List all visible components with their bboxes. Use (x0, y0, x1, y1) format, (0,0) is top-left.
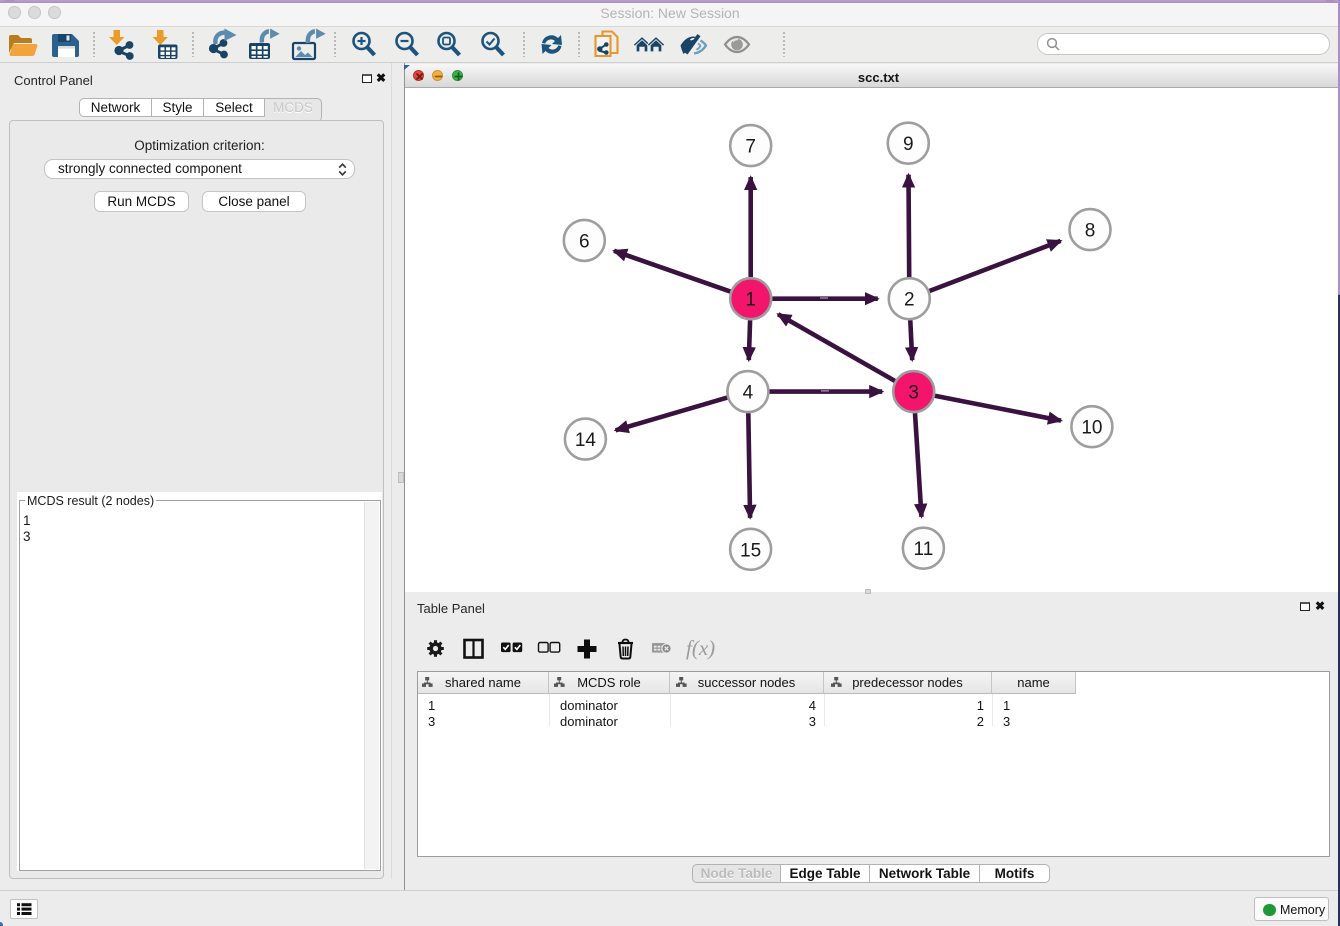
svg-text:3: 3 (908, 383, 919, 404)
svg-text:8: 8 (1085, 221, 1096, 242)
svg-text:9: 9 (903, 134, 914, 155)
svg-text:15: 15 (740, 540, 761, 561)
svg-text:4: 4 (743, 383, 754, 404)
svg-text:1: 1 (745, 290, 756, 311)
svg-text:11: 11 (914, 539, 934, 560)
svg-text:2: 2 (904, 290, 915, 311)
svg-text:7: 7 (745, 137, 756, 158)
svg-text:14: 14 (575, 430, 597, 451)
svg-text:f(x): f(x) (686, 636, 715, 660)
svg-text:6: 6 (579, 231, 590, 252)
svg-text:10: 10 (1081, 418, 1102, 439)
